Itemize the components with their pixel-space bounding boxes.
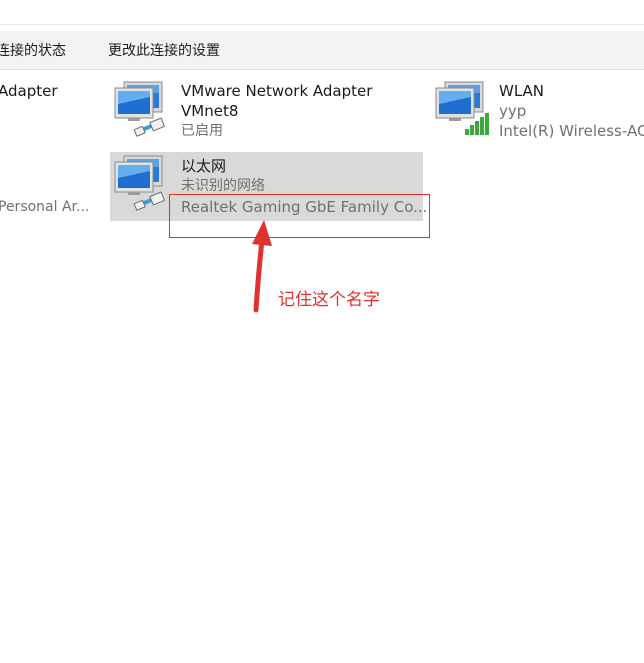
adapter-partial-desc: Personal Ar... — [0, 199, 90, 215]
adapter-name: 以太网 — [181, 157, 227, 175]
adapter-vmnet8[interactable]: VMware Network Adapter VMnet8 已启用 — [181, 81, 372, 141]
adapter-status: 已启用 — [181, 123, 223, 139]
adapter-network: yyp — [499, 102, 527, 120]
adapter-name: WLAN — [499, 82, 545, 100]
adapter-name-line2: VMnet8 — [181, 102, 239, 120]
adapter-name: VMware Network Adapter — [181, 82, 373, 100]
annotation-arrow-icon — [252, 220, 272, 313]
change-settings-button[interactable]: 更改此连接的设置 — [108, 40, 220, 60]
address-bar-area — [0, 0, 644, 25]
annotation-highlight-box — [169, 194, 430, 238]
annotation-text: 记住这个名字 — [278, 290, 380, 310]
adapter-partial-name[interactable]: Adapter — [0, 82, 58, 100]
adapter-status: 未识别的网络 — [181, 178, 265, 194]
command-bar: 连接的状态 更改此连接的设置 — [0, 31, 644, 70]
adapter-device: Intel(R) Wireless-AC — [499, 122, 644, 140]
network-adapter-icon[interactable] — [111, 154, 169, 212]
wifi-adapter-icon[interactable] — [432, 80, 490, 138]
network-adapter-icon[interactable] — [111, 80, 169, 138]
view-status-button[interactable]: 连接的状态 — [0, 40, 66, 60]
network-connections-window: 连接的状态 更改此连接的设置 Adapter Personal Ar... VM… — [0, 0, 644, 663]
adapter-wlan[interactable]: WLAN yyp Intel(R) Wireless-AC — [499, 81, 644, 141]
